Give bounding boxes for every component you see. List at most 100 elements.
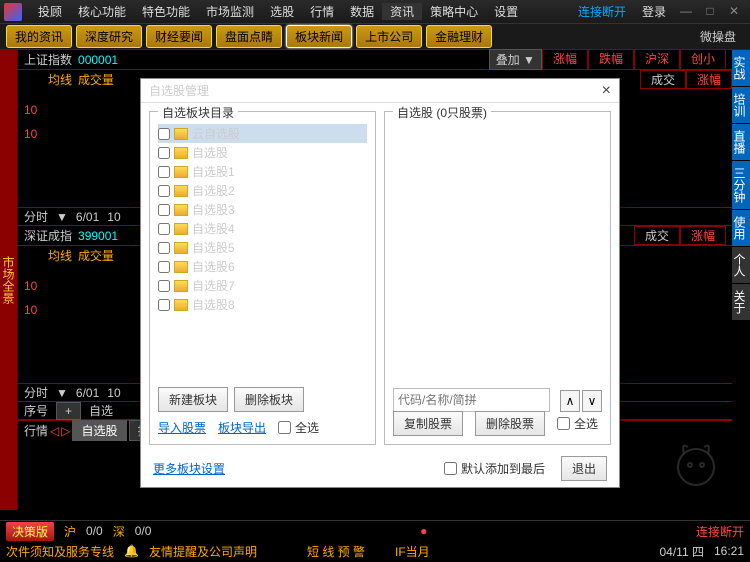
tree-checkbox[interactable] (158, 185, 170, 197)
fenshi-label[interactable]: 分时 (24, 208, 48, 225)
tree-checkbox[interactable] (158, 280, 170, 292)
tab-cx[interactable]: 创小 (680, 49, 726, 70)
folder-icon (174, 223, 188, 235)
move-down-button[interactable]: ∨ (582, 390, 602, 412)
mascot-icon (666, 432, 726, 492)
tool-micro[interactable]: 微操盘 (692, 28, 744, 45)
tree-checkbox[interactable] (158, 242, 170, 254)
right-sidebar: 实战 培训 直播 三分钟 使用 个人 关于 (732, 50, 750, 510)
append-last-checkbox[interactable]: 默认添加到最后 (444, 460, 545, 477)
block-tree: 云自选股自选股自选股1自选股2自选股3自选股4自选股5自选股6自选股7自选股8 (158, 120, 367, 318)
tree-item[interactable]: 自选股2 (158, 181, 367, 200)
tree-item[interactable]: 自选股 (158, 143, 367, 162)
prev-icon[interactable]: ◁ (50, 424, 59, 438)
tool-research[interactable]: 深度研究 (76, 25, 142, 48)
next-icon[interactable]: ▷ (61, 424, 70, 438)
copy-stock-button[interactable]: 复制股票 (393, 411, 463, 436)
tree-item[interactable]: 自选股7 (158, 276, 367, 295)
more-settings-link[interactable]: 更多板块设置 (153, 460, 225, 477)
tool-market[interactable]: 盘面点睛 (216, 25, 282, 48)
login-link[interactable]: 登录 (634, 3, 674, 20)
rtab-combat[interactable]: 实战 (732, 50, 750, 86)
sub-gain[interactable]: 涨幅 (686, 70, 732, 89)
index1-name: 上证指数 (24, 51, 72, 68)
right-panel: 自选股 (0只股票) ∧ ∨ 复制股票 删除股票 全选 (384, 111, 611, 445)
tool-block-news[interactable]: 板块新闻 (286, 25, 352, 48)
alert-text: 短 线 预 警 (307, 543, 365, 560)
del-stock-button[interactable]: 删除股票 (475, 411, 545, 436)
fenshi2-label[interactable]: 分时 (24, 384, 48, 401)
select-all-right[interactable]: 全选 (557, 415, 598, 432)
export-link[interactable]: 板块导出 (218, 419, 266, 436)
overlay-dropdown[interactable]: 叠加 ▼ (489, 49, 542, 70)
tree-label: 自选股6 (192, 258, 235, 275)
menu-news[interactable]: 资讯 (382, 3, 422, 20)
left-sidebar[interactable]: 市场全景 (0, 50, 18, 510)
hangqing-label[interactable]: 行情 (24, 422, 48, 439)
tree-checkbox[interactable] (158, 299, 170, 311)
tree-checkbox[interactable] (158, 166, 170, 178)
folder-icon (174, 185, 188, 197)
sub2-vol[interactable]: 成交 (634, 226, 680, 245)
tab-loss[interactable]: 跌幅 (588, 49, 634, 70)
bell-icon: 🔔 (124, 544, 139, 558)
tree-checkbox[interactable] (158, 147, 170, 159)
select-all-left[interactable]: 全选 (278, 419, 319, 436)
left-panel-title: 自选板块目录 (158, 104, 238, 121)
tree-item[interactable]: 自选股8 (158, 295, 367, 314)
tool-money[interactable]: 金融理财 (426, 25, 492, 48)
tree-item[interactable]: 自选股3 (158, 200, 367, 219)
menu-monitor[interactable]: 市场监测 (198, 3, 262, 20)
tree-item[interactable]: 自选股4 (158, 219, 367, 238)
menu-feature[interactable]: 特色功能 (134, 3, 198, 20)
new-block-button[interactable]: 新建板块 (158, 387, 228, 412)
menu-select[interactable]: 选股 (262, 3, 302, 20)
tab-hs[interactable]: 沪深 (634, 49, 680, 70)
tree-item[interactable]: 自选股5 (158, 238, 367, 257)
rtab-personal[interactable]: 个人 (732, 247, 750, 283)
menu-settings[interactable]: 设置 (486, 3, 526, 20)
warn-text[interactable]: 友情提醒及公司声明 (149, 543, 257, 560)
tree-label: 自选股1 (192, 163, 235, 180)
btab-zixuan[interactable]: 自选股 (72, 420, 126, 441)
dialog-close-icon[interactable]: × (602, 82, 611, 100)
move-up-button[interactable]: ∧ (560, 390, 580, 412)
exit-button[interactable]: 退出 (561, 456, 607, 481)
minimize-icon[interactable]: — (676, 4, 696, 20)
rtab-use[interactable]: 使用 (732, 210, 750, 246)
sub-vol[interactable]: 成交 (640, 70, 686, 89)
rtab-train[interactable]: 培训 (732, 87, 750, 123)
fenshi2-arrow-icon[interactable]: ▼ (56, 386, 68, 400)
tree-checkbox[interactable] (158, 223, 170, 235)
tool-company[interactable]: 上市公司 (356, 25, 422, 48)
sub2-gain[interactable]: 涨幅 (680, 226, 726, 245)
maximize-icon[interactable]: □ (700, 4, 720, 20)
import-link[interactable]: 导入股票 (158, 419, 206, 436)
tree-item[interactable]: 自选股6 (158, 257, 367, 276)
rtab-3min[interactable]: 三分钟 (732, 161, 750, 209)
tab-gain[interactable]: 涨幅 (542, 49, 588, 70)
tree-checkbox[interactable] (158, 128, 170, 140)
tree-checkbox[interactable] (158, 204, 170, 216)
menu-data[interactable]: 数据 (342, 3, 382, 20)
menu-quote[interactable]: 行情 (302, 3, 342, 20)
menu-advisor[interactable]: 投顾 (30, 3, 70, 20)
zixuan-label[interactable]: 自选 (89, 402, 113, 419)
version-badge: 决策版 (6, 522, 54, 541)
vol-label: 成交量 (78, 71, 114, 88)
rtab-about[interactable]: 关于 (732, 284, 750, 320)
rtab-live[interactable]: 直播 (732, 124, 750, 160)
close-icon[interactable]: ✕ (724, 4, 744, 20)
notice-text[interactable]: 次件须知及服务专线 (6, 543, 114, 560)
menu-core[interactable]: 核心功能 (70, 3, 134, 20)
tool-my-news[interactable]: 我的资讯 (6, 25, 72, 48)
tool-finance[interactable]: 财经要闻 (146, 25, 212, 48)
code-input[interactable] (393, 388, 550, 412)
tree-item[interactable]: 云自选股 (158, 124, 367, 143)
del-block-button[interactable]: 删除板块 (234, 387, 304, 412)
plus-button[interactable]: + (56, 402, 81, 420)
tree-item[interactable]: 自选股1 (158, 162, 367, 181)
tree-checkbox[interactable] (158, 261, 170, 273)
fenshi-arrow-icon[interactable]: ▼ (56, 210, 68, 224)
menu-strategy[interactable]: 策略中心 (422, 3, 486, 20)
